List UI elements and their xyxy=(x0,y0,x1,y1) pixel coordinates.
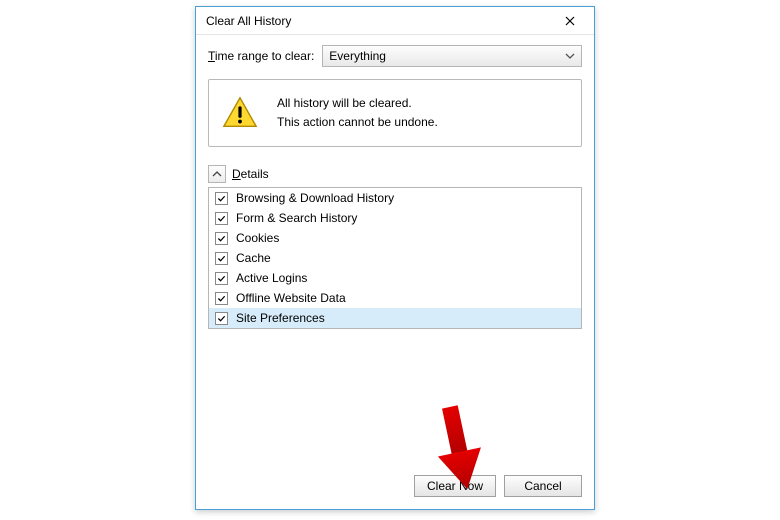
checkbox[interactable] xyxy=(215,312,228,325)
checkbox[interactable] xyxy=(215,272,228,285)
checkbox[interactable] xyxy=(215,252,228,265)
checkbox[interactable] xyxy=(215,212,228,225)
details-header: Details xyxy=(208,165,582,183)
check-icon xyxy=(217,314,226,323)
chevron-up-icon xyxy=(212,169,222,179)
list-item[interactable]: Browsing & Download History xyxy=(209,188,581,208)
warning-line-1: All history will be cleared. xyxy=(277,94,438,113)
list-item[interactable]: Active Logins xyxy=(209,268,581,288)
warning-box: All history will be cleared. This action… xyxy=(208,79,582,147)
time-range-value: Everything xyxy=(329,49,386,63)
cancel-button[interactable]: Cancel xyxy=(504,475,582,497)
list-item[interactable]: Cookies xyxy=(209,228,581,248)
close-icon xyxy=(565,16,575,26)
details-list: Browsing & Download History Form & Search… xyxy=(208,187,582,329)
checkbox[interactable] xyxy=(215,192,228,205)
time-range-row: Time range to clear: Everything xyxy=(208,45,582,67)
check-icon xyxy=(217,254,226,263)
dialog-body: Time range to clear: Everything All hist… xyxy=(196,35,594,339)
list-item[interactable]: Form & Search History xyxy=(209,208,581,228)
dialog-title: Clear All History xyxy=(206,14,291,28)
check-icon xyxy=(217,214,226,223)
list-item-label: Browsing & Download History xyxy=(236,191,394,205)
checkbox[interactable] xyxy=(215,232,228,245)
list-item-label: Form & Search History xyxy=(236,211,357,225)
time-range-label: Time range to clear: xyxy=(208,49,314,63)
checkbox[interactable] xyxy=(215,292,228,305)
button-row: Clear Now Cancel xyxy=(414,475,582,497)
titlebar: Clear All History xyxy=(196,7,594,35)
check-icon xyxy=(217,294,226,303)
time-range-select[interactable]: Everything xyxy=(322,45,582,67)
close-button[interactable] xyxy=(550,9,590,33)
list-item[interactable]: Offline Website Data xyxy=(209,288,581,308)
clear-history-dialog: Clear All History Time range to clear: E… xyxy=(195,6,595,510)
warning-text: All history will be cleared. This action… xyxy=(277,94,438,132)
check-icon xyxy=(217,234,226,243)
list-item-label: Cookies xyxy=(236,231,279,245)
details-label: Details xyxy=(232,167,269,181)
list-item-label: Offline Website Data xyxy=(236,291,346,305)
chevron-down-icon xyxy=(565,51,575,61)
check-icon xyxy=(217,274,226,283)
warning-icon xyxy=(221,94,259,132)
list-item-label: Active Logins xyxy=(236,271,307,285)
clear-now-button[interactable]: Clear Now xyxy=(414,475,496,497)
check-icon xyxy=(217,194,226,203)
list-item[interactable]: Site Preferences xyxy=(209,308,581,328)
list-item-label: Site Preferences xyxy=(236,311,325,325)
list-item-label: Cache xyxy=(236,251,271,265)
warning-line-2: This action cannot be undone. xyxy=(277,113,438,132)
details-toggle[interactable] xyxy=(208,165,226,183)
list-item[interactable]: Cache xyxy=(209,248,581,268)
